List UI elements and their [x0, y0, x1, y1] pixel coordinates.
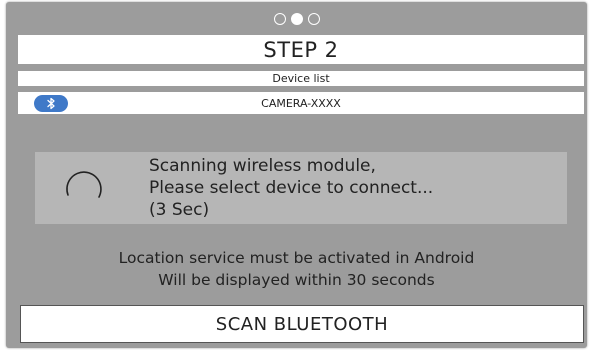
scanning-message: Scanning wireless module, Please select … — [149, 155, 433, 221]
scanning-line-2: Please select device to connect... — [149, 178, 434, 198]
page-indicator — [6, 13, 587, 27]
device-name: CAMERA-XXXX — [261, 96, 341, 110]
loading-spinner-icon — [66, 171, 102, 198]
bluetooth-icon — [34, 95, 68, 112]
notice-line-2: Will be displayed within 30 seconds — [158, 271, 435, 289]
location-notice: Location service must be activated in An… — [6, 247, 587, 291]
page-dot-1 — [273, 13, 286, 25]
scanning-line-1: Scanning wireless module, — [149, 156, 376, 176]
device-list-item[interactable]: CAMERA-XXXX — [18, 92, 584, 114]
page-dot-3 — [307, 13, 320, 25]
app-frame: STEP 2 Device list CAMERA-XXXX Scanning … — [6, 2, 587, 348]
scanning-countdown: (3 Sec) — [149, 200, 210, 220]
notice-line-1: Location service must be activated in An… — [118, 249, 475, 267]
device-list-header: Device list — [18, 71, 584, 86]
scan-bluetooth-button[interactable]: SCAN BLUETOOTH — [20, 305, 584, 343]
page-dot-2-active — [290, 13, 303, 25]
step-title: STEP 2 — [18, 35, 584, 64]
scanning-panel: Scanning wireless module, Please select … — [35, 152, 567, 224]
